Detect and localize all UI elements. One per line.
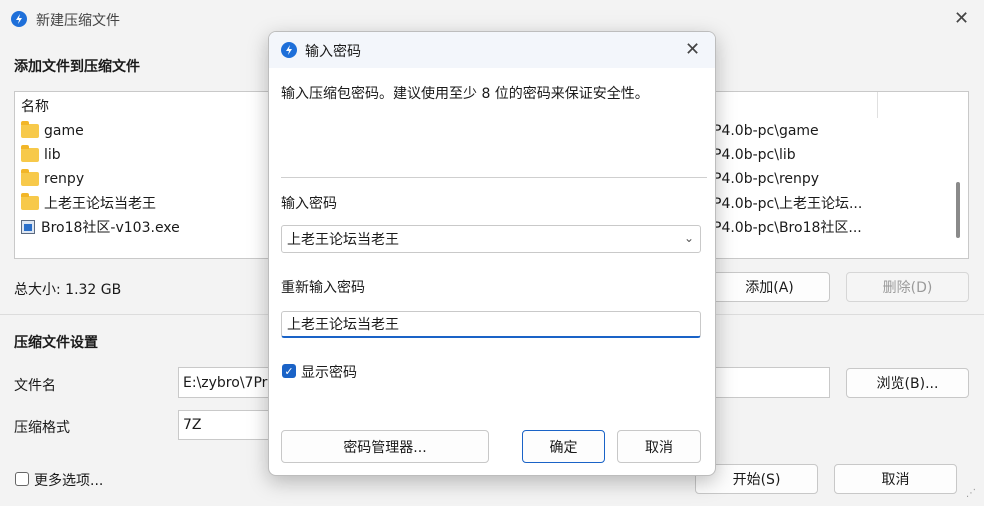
dialog-divider xyxy=(281,177,707,178)
list-item-path: P4.0b-pc\lib xyxy=(713,147,796,163)
add-button[interactable]: 添加(A) xyxy=(709,272,830,302)
show-password-checkbox[interactable]: ✓ xyxy=(282,364,296,378)
app-icon xyxy=(11,11,27,27)
add-files-heading: 添加文件到压缩文件 xyxy=(14,59,140,75)
list-item[interactable]: 上老王论坛当老王 xyxy=(21,191,156,215)
format-label: 压缩格式 xyxy=(14,420,70,436)
folder-icon xyxy=(21,145,39,162)
list-item-path: P4.0b-pc\game xyxy=(713,123,819,139)
password-label: 输入密码 xyxy=(281,196,337,212)
resize-grip-icon[interactable]: ⋰ xyxy=(966,488,978,500)
folder-icon xyxy=(21,169,39,186)
main-cancel-button[interactable]: 取消 xyxy=(834,464,957,494)
exe-file-icon xyxy=(21,220,35,234)
password-manager-button[interactable]: 密码管理器... xyxy=(281,430,489,463)
list-item-path: P4.0b-pc\Bro18社区... xyxy=(713,220,862,236)
window-close-icon[interactable]: ✕ xyxy=(954,10,969,28)
folder-icon xyxy=(21,193,39,210)
dialog-close-icon[interactable]: ✕ xyxy=(685,41,700,59)
browse-button[interactable]: 浏览(B)... xyxy=(846,368,969,398)
delete-button[interactable]: 删除(D) xyxy=(846,272,969,302)
list-scrollbar-thumb[interactable] xyxy=(956,182,960,238)
more-options-label: 更多选项... xyxy=(34,473,104,489)
total-size: 总大小: 1.32 GB xyxy=(14,282,122,298)
archive-settings-heading: 压缩文件设置 xyxy=(14,335,98,351)
window-title: 新建压缩文件 xyxy=(36,13,120,29)
reenter-password-input[interactable]: 上老王论坛当老王 xyxy=(281,311,701,338)
password-dialog: 输入密码 ✕ 输入压缩包密码。建议使用至少 8 位的密码来保证安全性。 输入密码… xyxy=(268,31,716,476)
list-item[interactable]: lib xyxy=(21,143,61,167)
filename-label: 文件名 xyxy=(14,378,56,394)
show-password-label: 显示密码 xyxy=(301,365,357,381)
dialog-description: 输入压缩包密码。建议使用至少 8 位的密码来保证安全性。 xyxy=(281,86,649,102)
list-item[interactable]: game xyxy=(21,119,84,143)
dialog-app-icon xyxy=(281,42,297,58)
chevron-down-icon[interactable]: ⌄ xyxy=(684,231,694,245)
list-item-path: P4.0b-pc\上老王论坛... xyxy=(713,196,863,212)
column-header-name[interactable]: 名称 xyxy=(21,94,49,118)
more-options-checkbox[interactable] xyxy=(15,472,29,486)
dialog-title: 输入密码 xyxy=(305,44,361,60)
list-item[interactable]: Bro18社区-v103.exe xyxy=(21,215,180,239)
list-item[interactable]: renpy xyxy=(21,167,84,191)
folder-icon xyxy=(21,121,39,138)
reenter-password-label: 重新输入密码 xyxy=(281,280,365,296)
password-input[interactable]: 上老王论坛当老王 ⌄ xyxy=(281,225,701,253)
list-item-path: P4.0b-pc\renpy xyxy=(713,171,820,187)
column-divider xyxy=(877,92,878,118)
ok-button[interactable]: 确定 xyxy=(522,430,605,463)
dialog-cancel-button[interactable]: 取消 xyxy=(617,430,701,463)
